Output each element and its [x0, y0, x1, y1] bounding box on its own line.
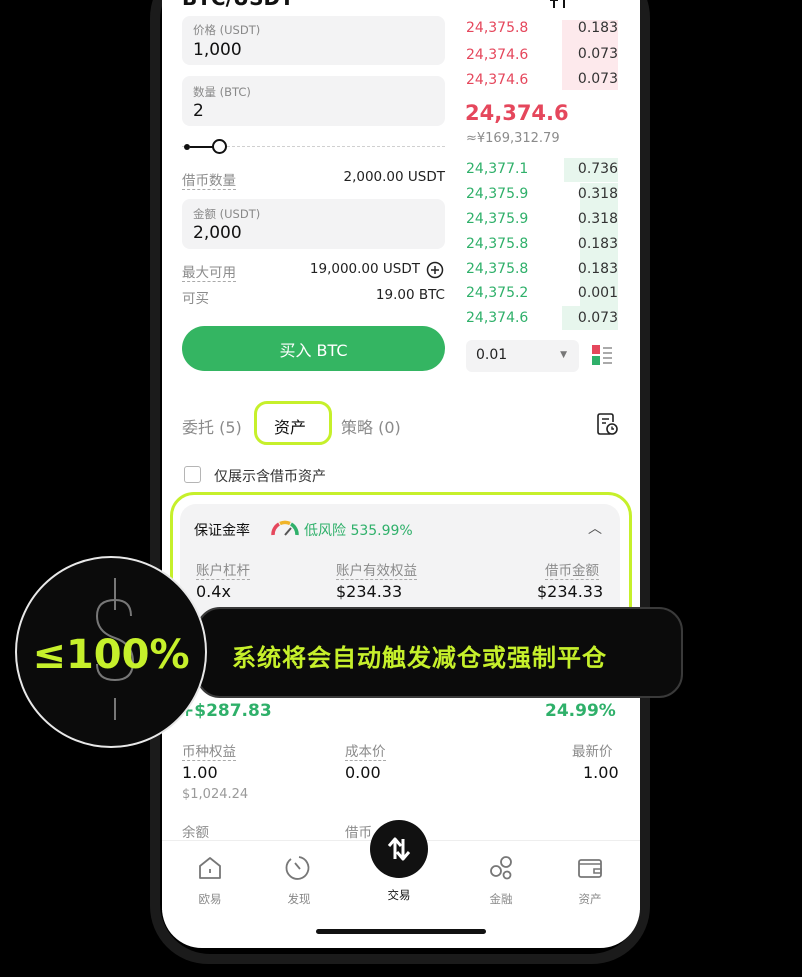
- latest-price-value: 1.00: [583, 763, 619, 782]
- tab-orders[interactable]: 委托 (5): [182, 414, 242, 438]
- home-indicator: [316, 929, 486, 934]
- tab-assets[interactable]: 资产: [274, 414, 306, 438]
- liquidation-message: 系统将会自动触发减仓或强制平仓: [232, 644, 607, 672]
- coin-equity-usd: $1,024.24: [182, 787, 249, 802]
- bid-qty: 0.736: [577, 161, 618, 177]
- wallet-icon: [578, 859, 602, 878]
- discover-icon: [285, 856, 310, 880]
- finance-icon: [490, 856, 512, 880]
- nav-trade[interactable]: 交易: [369, 881, 429, 903]
- last-price: 24,374.6: [465, 101, 569, 125]
- app-screen: BTC/USDT 价格 (USDT) 1,000 数量 (BTC) 2 借币数量…: [162, 0, 640, 948]
- coin-equity-value: 1.00: [182, 763, 218, 782]
- bid-qty: 0.183: [577, 261, 618, 277]
- amount-value: 2,000: [193, 223, 242, 243]
- borrow-amount-value: 2,000.00 USDT: [343, 169, 445, 185]
- ask-price[interactable]: 24,374.6: [466, 72, 528, 88]
- nav-trade-label: 交易: [387, 888, 411, 902]
- risk-level-text: 低风险 535.99%: [304, 523, 413, 539]
- bid-price[interactable]: 24,375.8: [466, 236, 528, 252]
- depth-precision-select[interactable]: 0.01 ▼: [466, 340, 579, 372]
- balance-label: 余额: [182, 821, 209, 842]
- price-input[interactable]: 价格 (USDT) 1,000: [182, 16, 445, 65]
- risk-gauge-icon: [271, 520, 299, 536]
- threshold-value: ≤100%: [32, 632, 190, 678]
- tab-strategy[interactable]: 策略 (0): [341, 414, 401, 438]
- add-circle-icon[interactable]: [426, 261, 444, 279]
- nav-finance[interactable]: 金融: [471, 855, 531, 907]
- ask-qty: 0.073: [577, 71, 618, 87]
- quantity-value: 2: [193, 101, 204, 121]
- ask-price[interactable]: 24,375.8: [466, 20, 528, 36]
- bid-qty: 0.183: [577, 236, 618, 252]
- ask-qty: 0.183: [577, 20, 618, 36]
- ask-price[interactable]: 24,374.6: [466, 47, 528, 63]
- can-buy-value: 19.00 BTC: [375, 287, 445, 303]
- borrowed-amount-value: $234.33: [537, 582, 604, 601]
- liquidation-banner: 系统将会自动触发减仓或强制平仓: [196, 607, 683, 698]
- nav-finance-label: 金融: [489, 892, 513, 906]
- show-borrowed-checkbox[interactable]: [184, 466, 201, 483]
- depth-precision-value: 0.01: [476, 347, 508, 363]
- nav-home-label: 欧易: [198, 892, 222, 906]
- bid-qty: 0.001: [577, 285, 618, 301]
- equity-value: $234.33: [336, 582, 403, 601]
- trade-button[interactable]: [370, 820, 428, 878]
- swap-arrows-icon: [387, 837, 411, 861]
- bid-price[interactable]: 24,377.1: [466, 161, 528, 177]
- nav-assets[interactable]: 资产: [560, 855, 620, 907]
- slider-fill: [190, 146, 214, 148]
- latest-price-label: 最新价: [572, 744, 613, 760]
- margin-ratio-title: 保证金率: [194, 523, 250, 539]
- orderbook-layout-icon[interactable]: [590, 343, 614, 367]
- quantity-label: 数量 (BTC): [193, 85, 251, 99]
- borrowed-label: 借币: [345, 821, 372, 842]
- home-icon: [199, 857, 221, 879]
- amount-label: 金额 (USDT): [193, 207, 261, 221]
- max-available-value: 19,000.00 USDT: [309, 261, 420, 277]
- bid-qty: 0.318: [577, 186, 618, 202]
- cost-price-label: 成本价: [345, 740, 386, 761]
- borrowed-amount-label: 借币金额: [545, 559, 599, 580]
- bid-qty: 0.318: [577, 211, 618, 227]
- chevron-down-icon: ▼: [560, 350, 567, 360]
- price-label: 价格 (USDT): [193, 23, 261, 37]
- show-borrowed-label: 仅展示含借币资产: [214, 469, 326, 485]
- bid-price[interactable]: 24,375.8: [466, 261, 528, 277]
- bid-price[interactable]: 24,374.6: [466, 310, 528, 326]
- bid-qty: 0.073: [577, 310, 618, 326]
- nav-assets-label: 资产: [578, 892, 602, 906]
- price-value: 1,000: [193, 40, 242, 60]
- amount-input[interactable]: 金额 (USDT) 2,000: [182, 199, 445, 249]
- threshold-badge: ≤100%: [15, 556, 207, 748]
- cost-price-value: 0.00: [345, 763, 381, 782]
- nav-discover[interactable]: 发现: [269, 855, 329, 907]
- last-price-cny: ≈¥169,312.79: [466, 131, 560, 146]
- max-available-label: 最大可用: [182, 261, 236, 282]
- ask-qty: 0.073: [577, 46, 618, 62]
- bid-price[interactable]: 24,375.2: [466, 285, 528, 301]
- order-history-icon[interactable]: [596, 412, 618, 436]
- equity-label: 账户有效权益: [336, 559, 417, 580]
- nav-discover-label: 发现: [287, 892, 311, 906]
- candlestick-chart-icon[interactable]: [548, 0, 570, 10]
- slider-handle[interactable]: [212, 139, 227, 154]
- borrow-amount-label: 借币数量: [182, 169, 236, 190]
- collapse-chevron-icon[interactable]: ︿: [588, 518, 602, 538]
- can-buy-label: 可买: [182, 291, 209, 307]
- quantity-input[interactable]: 数量 (BTC) 2: [182, 76, 445, 126]
- pnl-percent: 24.99%: [545, 701, 616, 721]
- bid-price[interactable]: 24,375.9: [466, 186, 528, 202]
- bid-price[interactable]: 24,375.9: [466, 211, 528, 227]
- nav-home[interactable]: 欧易: [180, 855, 240, 907]
- pair-title[interactable]: BTC/USDT: [182, 0, 294, 10]
- buy-btc-button[interactable]: 买入 BTC: [182, 326, 445, 371]
